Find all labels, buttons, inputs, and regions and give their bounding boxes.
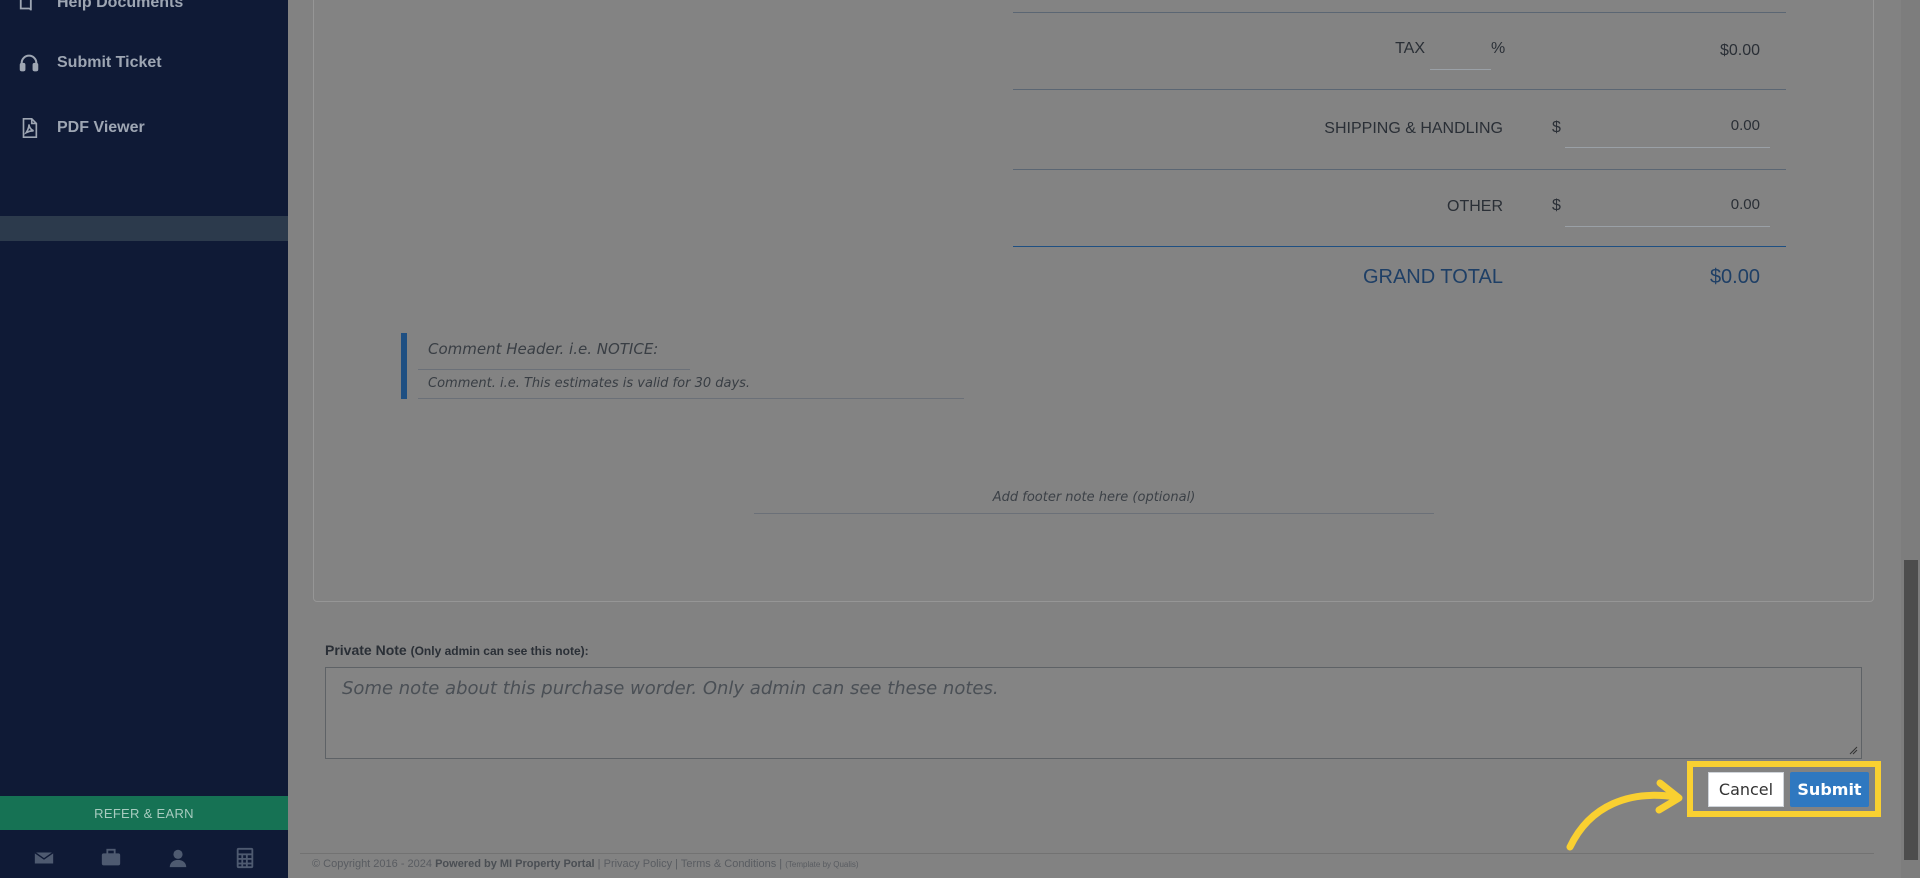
sidebar-item-submit-ticket[interactable]: Submit Ticket <box>18 52 162 74</box>
grand-total-amount: $0.00 <box>1709 266 1760 288</box>
user-icon[interactable] <box>166 846 190 870</box>
private-note-textarea[interactable]: Some note about this purchase worder. On… <box>325 667 1862 759</box>
shipping-input[interactable]: 0.00 <box>1565 117 1770 148</box>
briefcase-icon[interactable] <box>99 846 123 870</box>
cancel-button[interactable]: Cancel <box>1708 772 1784 807</box>
sidebar: Help Documents Submit Ticket PDF Viewer … <box>0 0 288 878</box>
sidebar-item-help-documents[interactable]: Help Documents <box>18 0 183 14</box>
scrollbar-thumb[interactable] <box>1904 560 1918 860</box>
comment-header-input[interactable]: Comment Header. i.e. NOTICE: <box>428 340 658 358</box>
comment-accent-bar <box>401 333 407 399</box>
invoice-card <box>313 0 1874 602</box>
tax-label: TAX <box>1395 40 1425 57</box>
copyright-footer: © Copyright 2016 - 2024 Powered by MI Pr… <box>312 858 859 870</box>
divider <box>418 398 964 399</box>
tax-amount: $0.00 <box>1719 42 1760 59</box>
divider <box>1013 12 1786 13</box>
envelope-icon[interactable] <box>32 846 56 870</box>
refer-and-earn-button[interactable]: REFER & EARN <box>0 796 288 830</box>
headset-icon <box>18 52 40 74</box>
terms-link[interactable]: Terms & Conditions <box>681 858 776 870</box>
other-label: OTHER <box>1447 198 1503 215</box>
book-icon <box>18 0 40 14</box>
divider <box>1013 89 1786 90</box>
tax-percent-input[interactable] <box>1430 38 1491 70</box>
other-currency: $ <box>1552 197 1561 214</box>
resize-handle-icon[interactable] <box>1848 745 1858 755</box>
sidebar-item-label: PDF Viewer <box>57 119 145 136</box>
tax-percent-sign: % <box>1491 40 1506 57</box>
shipping-currency: $ <box>1552 119 1561 136</box>
footer-note-input[interactable]: Add footer note here (optional) <box>754 490 1434 505</box>
callout-arrow-icon <box>1566 779 1683 851</box>
private-note-label: Private Note (Only admin can see this no… <box>325 642 589 658</box>
page-scrollbar[interactable] <box>1901 0 1920 878</box>
divider <box>754 513 1434 514</box>
divider <box>418 369 690 370</box>
divider <box>1013 169 1786 170</box>
sidebar-bottom-toolbar <box>0 838 288 878</box>
sidebar-item-pdf-viewer[interactable]: PDF Viewer <box>18 117 145 139</box>
comment-text-input[interactable]: Comment. i.e. This estimates is valid fo… <box>428 376 750 391</box>
private-note-sublabel: (Only admin can see this note): <box>410 644 589 658</box>
template-credit: (Template by Qualis) <box>785 860 859 869</box>
shipping-label: SHIPPING & HANDLING <box>1324 120 1503 137</box>
sidebar-item-label: Help Documents <box>57 0 184 11</box>
sidebar-active-row <box>0 216 288 241</box>
pdf-icon <box>18 117 40 139</box>
divider <box>300 853 1874 854</box>
private-note-placeholder: Some note about this purchase worder. On… <box>342 678 999 699</box>
private-note-title: Private Note <box>325 642 407 658</box>
powered-by-link[interactable]: Powered by MI Property Portal <box>435 858 595 870</box>
sidebar-item-label: Submit Ticket <box>57 54 162 71</box>
submit-button[interactable]: Submit <box>1790 772 1869 807</box>
other-input[interactable]: 0.00 <box>1565 196 1770 227</box>
calculator-icon[interactable] <box>233 846 257 870</box>
divider-total <box>1013 246 1786 247</box>
grand-total-label: GRAND TOTAL <box>1362 266 1503 288</box>
copyright-text: © Copyright 2016 - 2024 <box>312 858 433 870</box>
privacy-policy-link[interactable]: Privacy Policy <box>604 858 672 870</box>
